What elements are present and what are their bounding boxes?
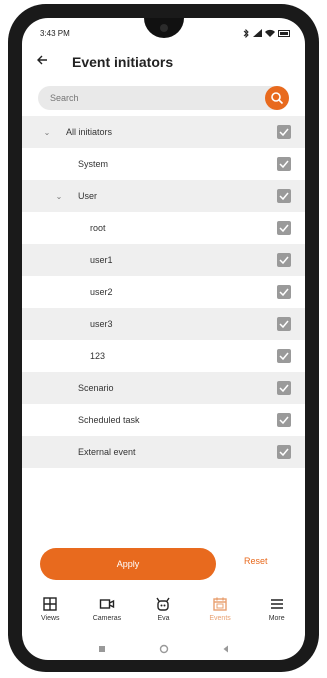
app-header: Event initiators	[22, 46, 305, 78]
signal-icon	[253, 29, 262, 37]
initiator-label: user2	[90, 287, 113, 297]
home-icon[interactable]	[159, 644, 169, 654]
app-screen: 3:43 PM Event initiators ⌄ All initiators…	[22, 18, 305, 660]
reset-button[interactable]: Reset	[244, 556, 268, 566]
initiator-checkbox[interactable]	[277, 125, 291, 139]
initiator-row[interactable]: ⌄ All initiators	[22, 116, 305, 148]
apply-button[interactable]: Apply	[40, 548, 216, 580]
arrow-left-icon	[37, 55, 47, 65]
chevron-down-icon[interactable]: ⌄	[54, 192, 64, 201]
initiator-label: Scheduled task	[78, 415, 140, 425]
search-bar	[38, 86, 289, 110]
tab-label: Eva	[157, 615, 170, 622]
initiator-checkbox[interactable]	[277, 189, 291, 203]
grid-icon	[43, 597, 57, 611]
initiator-checkbox[interactable]	[277, 221, 291, 235]
tab-cameras[interactable]: Cameras	[82, 596, 132, 622]
status-bar: 3:43 PM	[22, 18, 305, 44]
initiator-row[interactable]: Scheduled task	[22, 404, 305, 436]
initiator-label: Scenario	[78, 383, 114, 393]
calendar-icon	[213, 597, 227, 611]
initiator-label: 123	[90, 351, 106, 361]
initiator-row[interactable]: user1	[22, 244, 305, 276]
robot-icon	[156, 597, 171, 611]
initiator-row[interactable]: System	[22, 148, 305, 180]
tab-label: Views	[41, 615, 60, 622]
tab-label: Cameras	[92, 615, 122, 622]
initiator-checkbox[interactable]	[277, 157, 291, 171]
battery-icon	[278, 29, 290, 37]
tab-more[interactable]: More	[252, 596, 302, 622]
initiator-checkbox[interactable]	[277, 381, 291, 395]
back-button[interactable]	[36, 53, 62, 71]
initiator-row[interactable]: 123	[22, 340, 305, 372]
initiator-row[interactable]: Scenario	[22, 372, 305, 404]
status-icons	[243, 28, 291, 38]
initiator-checkbox[interactable]	[277, 349, 291, 363]
initiator-label: System	[78, 159, 109, 169]
phone-frame: 3:43 PM Event initiators ⌄ All initiators…	[8, 4, 319, 672]
initiator-list: ⌄ All initiators System ⌄ User root user1 user2…	[22, 116, 305, 468]
menu-icon	[270, 599, 283, 609]
nav-back-icon[interactable]	[221, 644, 231, 654]
initiator-row[interactable]: External event	[22, 436, 305, 468]
camera-icon	[99, 599, 115, 609]
system-nav-bar	[22, 638, 305, 660]
initiator-checkbox[interactable]	[277, 445, 291, 459]
initiator-label: User	[78, 191, 98, 201]
tab-events[interactable]: Events	[195, 596, 245, 622]
tab-label: Events	[209, 615, 231, 622]
search-button[interactable]	[265, 86, 289, 110]
initiator-label: root	[90, 223, 106, 233]
initiator-label: user3	[90, 319, 113, 329]
chevron-down-icon[interactable]: ⌄	[42, 128, 52, 137]
tab-views[interactable]: Views	[25, 596, 75, 622]
initiator-label: user1	[90, 255, 113, 265]
initiator-checkbox[interactable]	[277, 413, 291, 427]
tab-eva[interactable]: Eva	[138, 596, 188, 622]
wifi-icon	[265, 29, 275, 37]
search-input[interactable]	[38, 86, 258, 110]
bluetooth-icon	[243, 28, 249, 38]
initiator-row[interactable]: ⌄ User	[22, 180, 305, 212]
initiator-row[interactable]: user3	[22, 308, 305, 340]
tab-label: More	[268, 615, 285, 622]
status-time: 3:43 PM	[40, 28, 70, 38]
initiator-row[interactable]: root	[22, 212, 305, 244]
bottom-tab-bar: Views Cameras Eva Events More	[22, 596, 305, 636]
recents-icon[interactable]	[97, 644, 107, 654]
initiator-checkbox[interactable]	[277, 253, 291, 267]
initiator-checkbox[interactable]	[277, 285, 291, 299]
initiator-label: External event	[78, 447, 136, 457]
initiator-row[interactable]: user2	[22, 276, 305, 308]
search-icon	[271, 92, 284, 105]
initiator-label: All initiators	[66, 127, 113, 137]
page-title: Event initiators	[72, 54, 174, 70]
initiator-checkbox[interactable]	[277, 317, 291, 331]
